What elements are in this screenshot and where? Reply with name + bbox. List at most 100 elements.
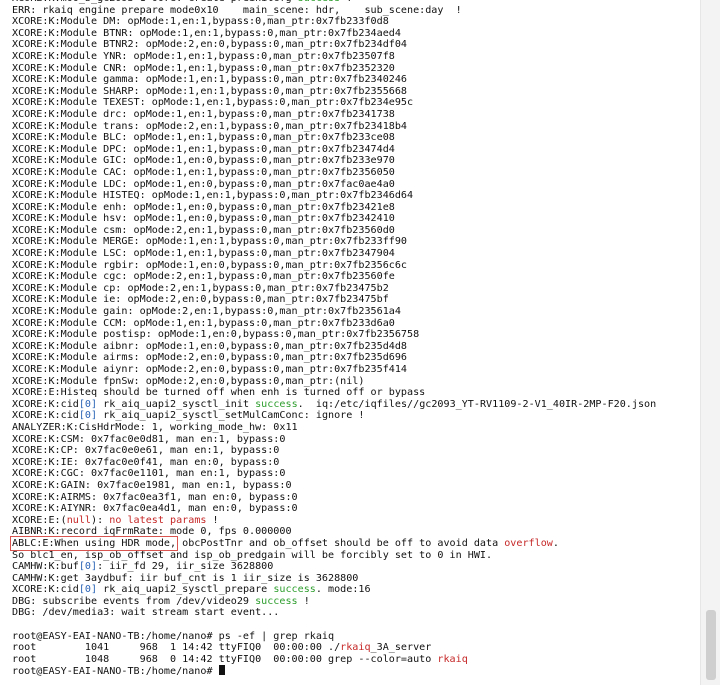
- terminal-line: XCORE:E:(null): no latest params !: [12, 515, 700, 527]
- terminal-line: XCORE:K:AIRMS: 0x7fac0ea3f1, man en:0, b…: [12, 492, 700, 504]
- terminal-line: XCORE:K:CP: 0x7fac0e0e61, man en:1, bypa…: [12, 445, 700, 457]
- line-segment: no latest params: [109, 514, 207, 526]
- terminal-line: XCORE:K:Module hsv: opMode:1,en:0,bypass…: [12, 213, 700, 225]
- terminal-line: XCORE:K:Module BLC: opMode:1,en:1,bypass…: [12, 132, 700, 144]
- terminal-line: root 1041 968 1 14:42 ttyFIQ0 00:00:00 .…: [12, 642, 700, 654]
- terminal-line: root 1048 968 0 14:42 ttyFIQ0 00:00:00 g…: [12, 654, 700, 666]
- line-segment: success: [273, 584, 316, 596]
- line-segment: XCORE:K:Module BTNR: opMode:1,en:1,bypas…: [12, 27, 401, 39]
- scrollbar-thumb[interactable]: [706, 610, 716, 680]
- line-segment: XCORE:E:(: [12, 514, 67, 526]
- terminal-line: XCORE:K:Module trans: opMode:2,en:1,bypa…: [12, 121, 700, 133]
- terminal-line: XCORE:K:Module SHARP: opMode:1,en:1,bypa…: [12, 86, 700, 98]
- line-segment: root 1048 968 0 14:42 ttyFIQ0 00:00:00 g…: [12, 653, 438, 665]
- terminal-line: XCORE:K:Module drc: opMode:1,en:1,bypass…: [12, 109, 700, 121]
- line-segment: XCORE:K:Module BTNR2: opMode:2,en:0,bypa…: [12, 39, 408, 51]
- line-segment: XCORE:K:CSM: 0x7fac0e0d81, man en:1, byp…: [12, 433, 286, 445]
- terminal-line: XCORE:K:Module DPC: opMode:1,en:1,bypass…: [12, 144, 700, 156]
- line-segment: XCORE:K:Module LSC: opMode:1,en:1,bypass…: [12, 248, 395, 260]
- line-segment: XCORE:K:Module CCM: opMode:1,en:1,bypass…: [12, 317, 395, 329]
- terminal-scrollbar[interactable]: [700, 0, 720, 685]
- terminal-window[interactable]: XCORE:K:m00_b_gc2093 1-007e: create prei…: [0, 0, 700, 685]
- line-segment: [0]: [78, 398, 98, 410]
- terminal-line: XCORE:K:Module ie: opMode:2,en:0,bypass:…: [12, 294, 700, 306]
- line-segment: !: [340, 0, 352, 4]
- line-segment: rk_aiq_uapi2_sysctl_prepare: [97, 584, 274, 596]
- line-segment: XCORE:K:Module cp: opMode:2,en:1,bypass:…: [12, 282, 389, 294]
- terminal-line: XCORE:K:Module LDC: opMode:1,en:0,bypass…: [12, 179, 700, 191]
- terminal-line: XCORE:K:Module cp: opMode:2,en:1,bypass:…: [12, 283, 700, 295]
- line-segment: XCORE:K:IE: 0x7fac0e0f41, man en:0, bypa…: [12, 456, 280, 468]
- line-segment: XCORE:K:AIYNR: 0x7fac0ea4d1, man en:0, b…: [12, 503, 298, 515]
- terminal-line: CAMHW:K:buf[0]: iir_fd 29, iir_size 3628…: [12, 561, 700, 573]
- line-segment: !: [297, 595, 310, 607]
- line-segment: root@EASY-EAI-NANO-TB:/home/nano# ps -ef…: [12, 630, 335, 642]
- line-segment: XCORE:K:Module BLC: opMode:1,en:1,bypass…: [12, 132, 395, 144]
- line-segment: _3A_server: [370, 642, 432, 654]
- terminal-line: XCORE:K:Module BTNR: opMode:1,en:1,bypas…: [12, 28, 700, 40]
- line-segment: XCORE:K:Module SHARP: opMode:1,en:1,bypa…: [12, 85, 408, 97]
- terminal-line: XCORE:K:Module gain: opMode:2,en:1,bypas…: [12, 306, 700, 318]
- terminal-line: XCORE:K:CGC: 0x7fac0e1101, man en:1, byp…: [12, 468, 700, 480]
- terminal-line: XCORE:K:Module rgbir: opMode:1,en:0,bypa…: [12, 260, 700, 272]
- line-segment: overflow: [504, 537, 553, 549]
- line-segment: XCORE:K:Module gain: opMode:2,en:1,bypas…: [12, 306, 401, 318]
- line-segment: So blc1_en, isp_ob_offset and isp_ob_pre…: [12, 549, 493, 561]
- terminal-line: DBG: /dev/media3: wait stream start even…: [12, 607, 700, 619]
- line-segment: XCORE:K:Module enh: opMode:1,en:0,bypass…: [12, 201, 395, 213]
- terminal-line: XCORE:E:Histeq should be turned off when…: [12, 387, 700, 399]
- line-segment: . iq:/etc/iqfiles//gc2093_YT-RV1109-2-V1…: [297, 398, 657, 410]
- line-segment: XCORE:K:Module aibnr: opMode:1,en:0,bypa…: [12, 340, 408, 352]
- line-segment: XCORE:K:Module cgc: opMode:2,en:1,bypass…: [12, 271, 395, 283]
- terminal-line: ABLC:E:When using HDR mode, obcPostTnr a…: [9, 535, 700, 551]
- line-segment: [0]: [78, 561, 98, 573]
- line-segment: XCORE:K:Module MERGE: opMode:1,en:1,bypa…: [12, 236, 408, 248]
- line-segment: !: [206, 514, 219, 526]
- terminal-cursor: [218, 665, 225, 676]
- terminal-log: XCORE:K:m00_b_gc2093 1-007e: create prei…: [9, 0, 700, 677]
- terminal-line: XCORE:K:Module MERGE: opMode:1,en:1,bypa…: [12, 236, 700, 248]
- line-segment: XCORE:K:Module aiynr: opMode:2,en:0,bypa…: [12, 364, 408, 375]
- line-segment: .: [552, 537, 559, 549]
- terminal-line: XCORE:K:Module airms: opMode:2,en:0,bypa…: [12, 352, 700, 364]
- terminal-line: XCORE:K:Module csm: opMode:2,en:1,bypass…: [12, 225, 700, 237]
- line-segment: rkaiq: [340, 642, 371, 654]
- terminal-line: XCORE:K:cid[0] rk_aiq_uapi2_sysctl_init …: [12, 399, 700, 411]
- line-segment: XCORE:K:Module trans: opMode:2,en:1,bypa…: [12, 120, 408, 132]
- line-segment: XCORE:K:Module rgbir: opMode:1,en:0,bypa…: [12, 259, 408, 271]
- line-segment: XCORE:K:Module DM: opMode:1,en:1,bypass:…: [12, 16, 389, 28]
- line-segment: XCORE:K:Module CNR: opMode:1,en:1,bypass…: [12, 62, 395, 74]
- line-segment: XCORE:K:Module drc: opMode:1,en:1,bypass…: [12, 108, 395, 120]
- line-segment: XCORE:K:Module YNR: opMode:1,en:1,bypass…: [12, 50, 395, 62]
- line-segment: XCORE:K:CP: 0x7fac0e0e61, man en:1, bypa…: [12, 445, 280, 457]
- terminal-line: root@EASY-EAI-NANO-TB:/home/nano#: [12, 665, 700, 677]
- line-segment: ERR: rkaiq engine prepare mode0x10 main_…: [12, 4, 462, 16]
- terminal-line: XCORE:K:Module GIC: opMode:1,en:0,bypass…: [12, 155, 700, 167]
- line-segment: rk_aiq_uapi2_sysctl_init: [97, 398, 256, 410]
- line-segment: AIBNR:K:record_iqFrmRate: mode 0, fps 0.…: [12, 526, 292, 538]
- line-segment: [0]: [78, 410, 98, 422]
- terminal-line: AIBNR:K:record_iqFrmRate: mode 0, fps 0.…: [12, 526, 700, 538]
- terminal-line: XCORE:K:IE: 0x7fac0e0f41, man en:0, bypa…: [12, 457, 700, 469]
- terminal-line: XCORE:K:Module gamma: opMode:1,en:1,bypa…: [12, 74, 700, 86]
- terminal-line: XCORE:K:Module cgc: opMode:2,en:1,bypass…: [12, 271, 700, 283]
- line-segment: XCORE:K:m00_b_gc2093 1-007e: create prei…: [12, 0, 298, 4]
- terminal-line: XCORE:K:cid[0] rk_aiq_uapi2_sysctl_prepa…: [12, 584, 700, 596]
- highlighted-text: ABLC:E:When using HDR mode,: [9, 535, 179, 551]
- terminal-line: DBG: subscribe events from /dev/video29 …: [12, 596, 700, 608]
- line-segment: success: [298, 0, 341, 4]
- line-segment: XCORE:K:Module CAC: opMode:1,en:1,bypass…: [12, 166, 395, 178]
- terminal-line: So blc1_en, isp_ob_offset and isp_ob_pre…: [12, 550, 700, 562]
- line-segment: ):: [91, 514, 110, 526]
- terminal-line: XCORE:K:Module enh: opMode:1,en:0,bypass…: [12, 202, 700, 214]
- terminal-line: XCORE:K:Module postisp: opMode:1,en:0,by…: [12, 329, 700, 341]
- line-segment: success: [255, 398, 298, 410]
- terminal-line: XCORE:K:Module HISTEQ: opMode:1,en:1,byp…: [12, 190, 700, 202]
- line-segment: null: [66, 514, 92, 526]
- line-segment: XCORE:K:Module DPC: opMode:1,en:1,bypass…: [12, 143, 395, 155]
- line-segment: XCORE:K:Module ie: opMode:2,en:0,bypass:…: [12, 294, 389, 306]
- line-segment: CAMHW:K:get 3aydbuf: iir buf_cnt is 1 ii…: [12, 572, 359, 584]
- line-segment: XCORE:K:Module csm: opMode:2,en:1,bypass…: [12, 224, 395, 236]
- terminal-line: XCORE:K:Module aibnr: opMode:1,en:0,bypa…: [12, 341, 700, 353]
